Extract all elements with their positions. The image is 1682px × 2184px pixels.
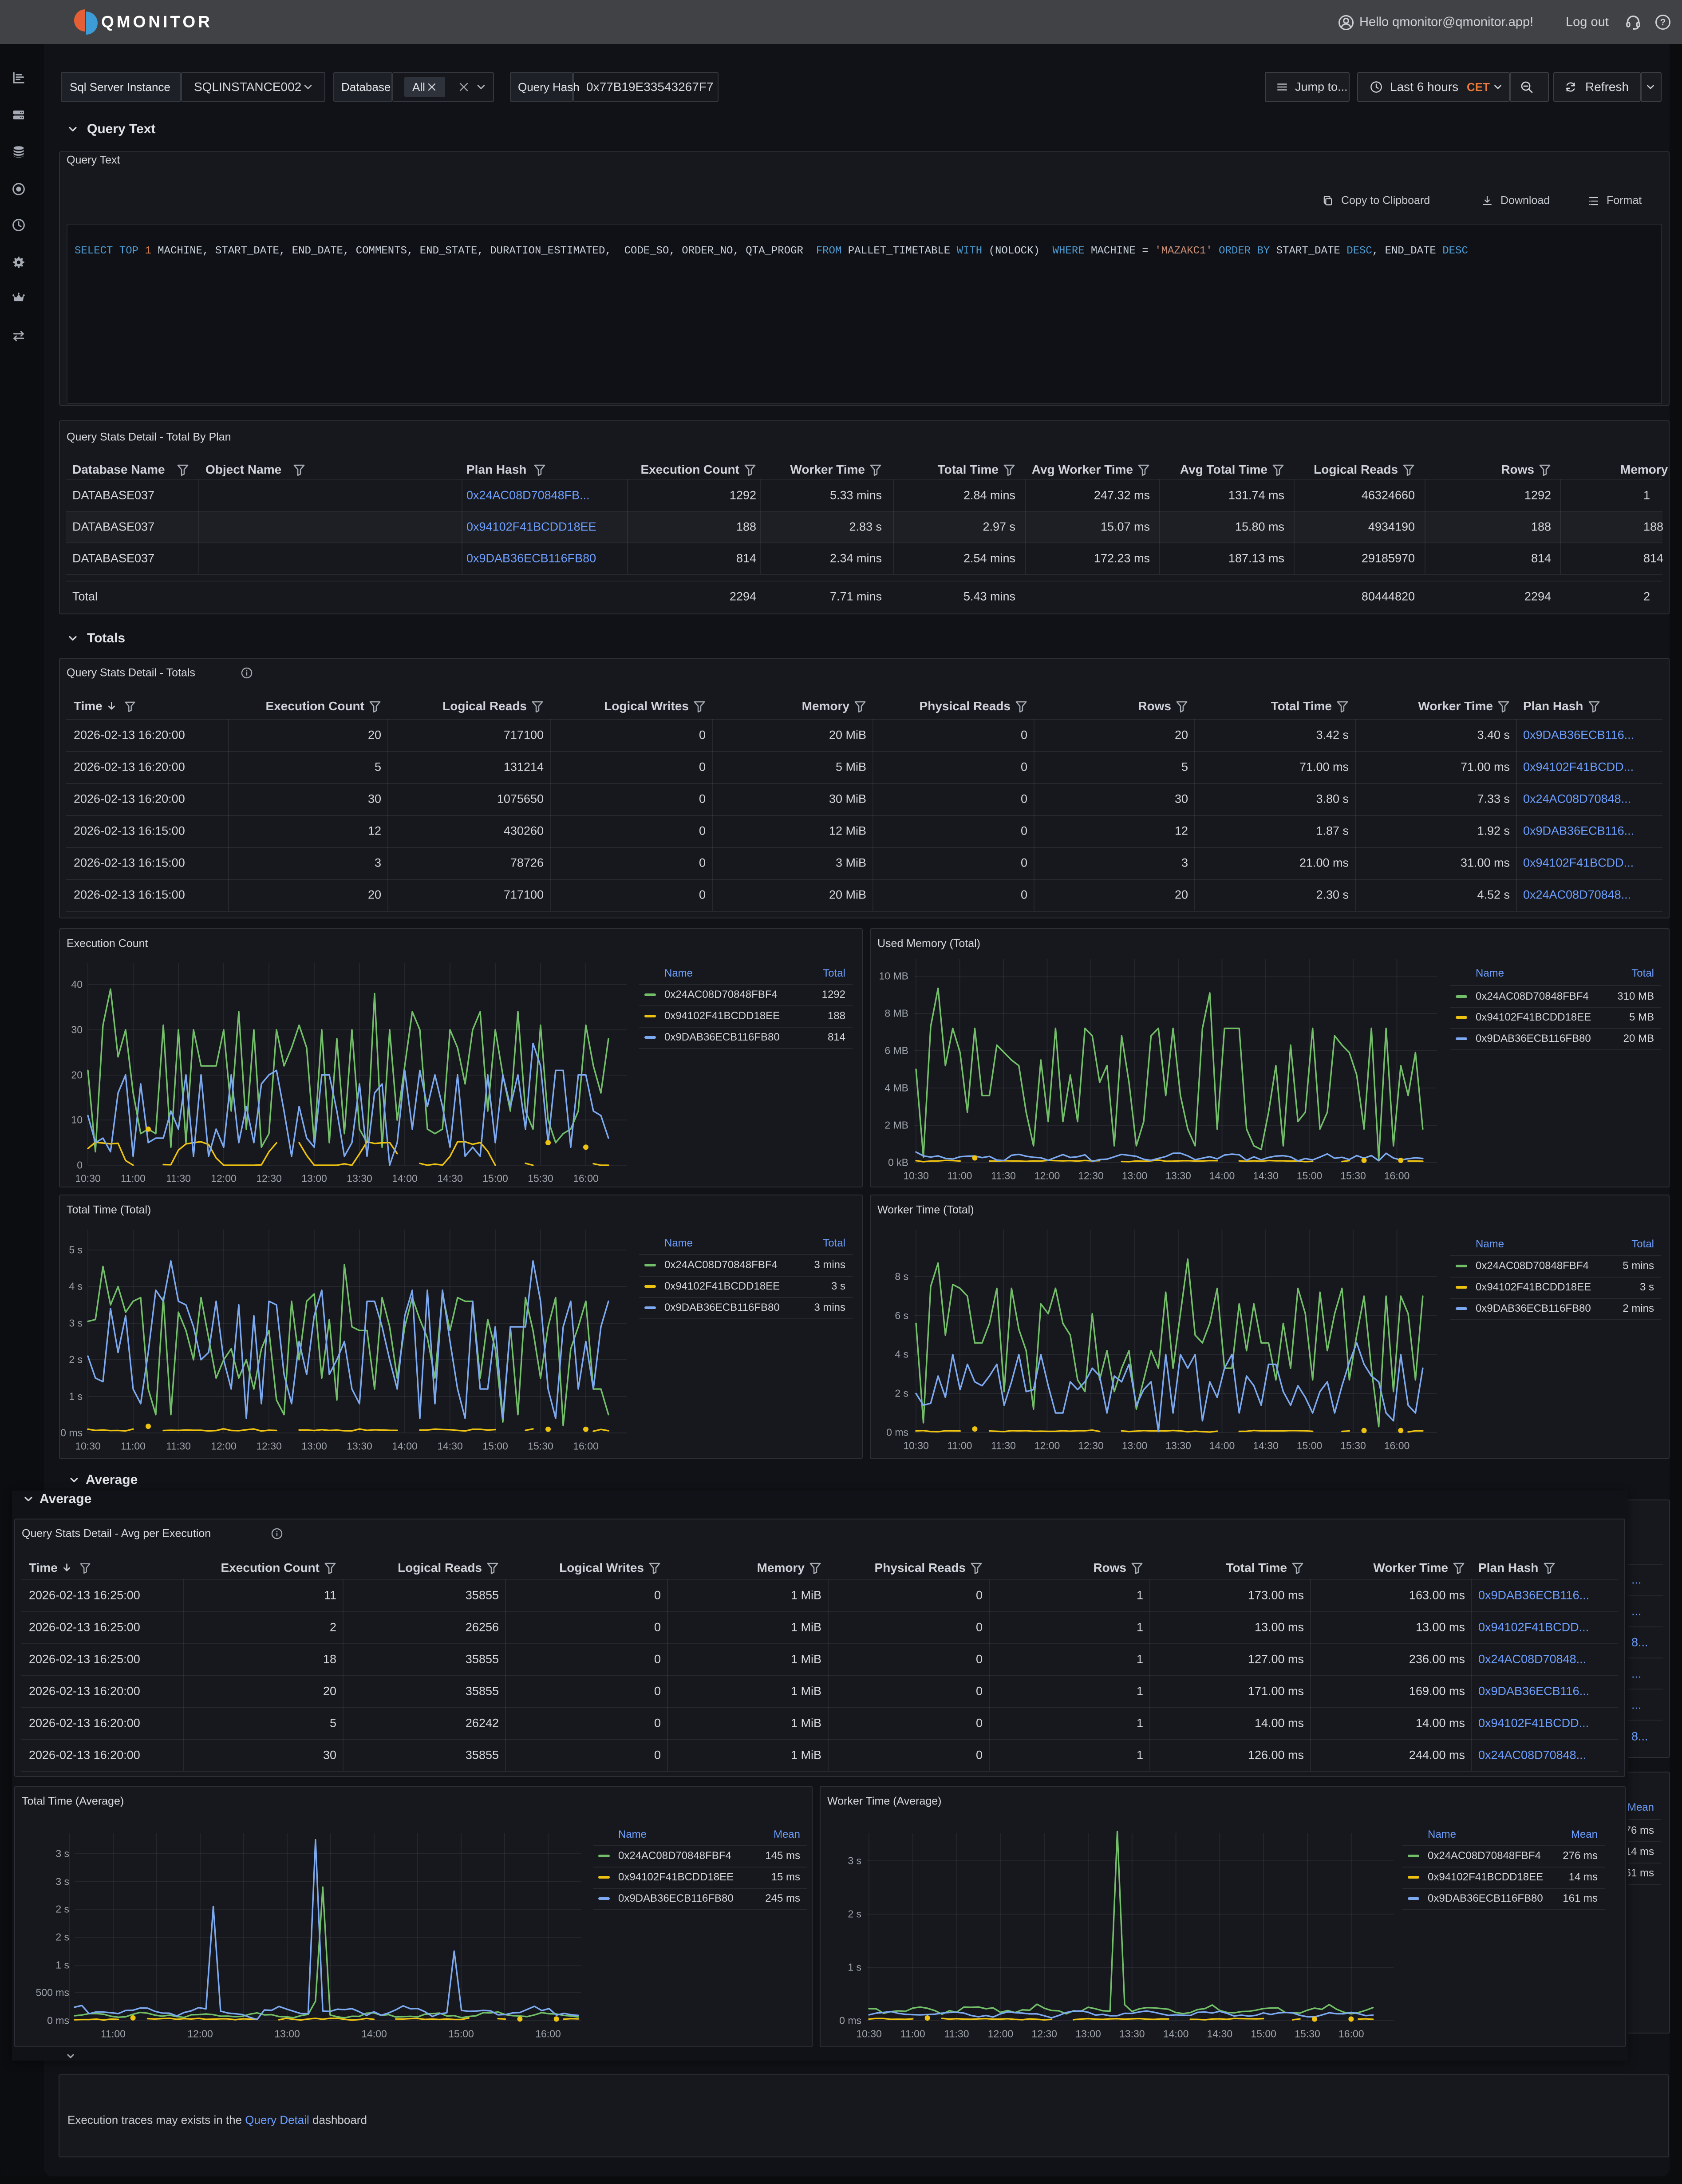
svg-text:?: ?	[1660, 17, 1666, 28]
